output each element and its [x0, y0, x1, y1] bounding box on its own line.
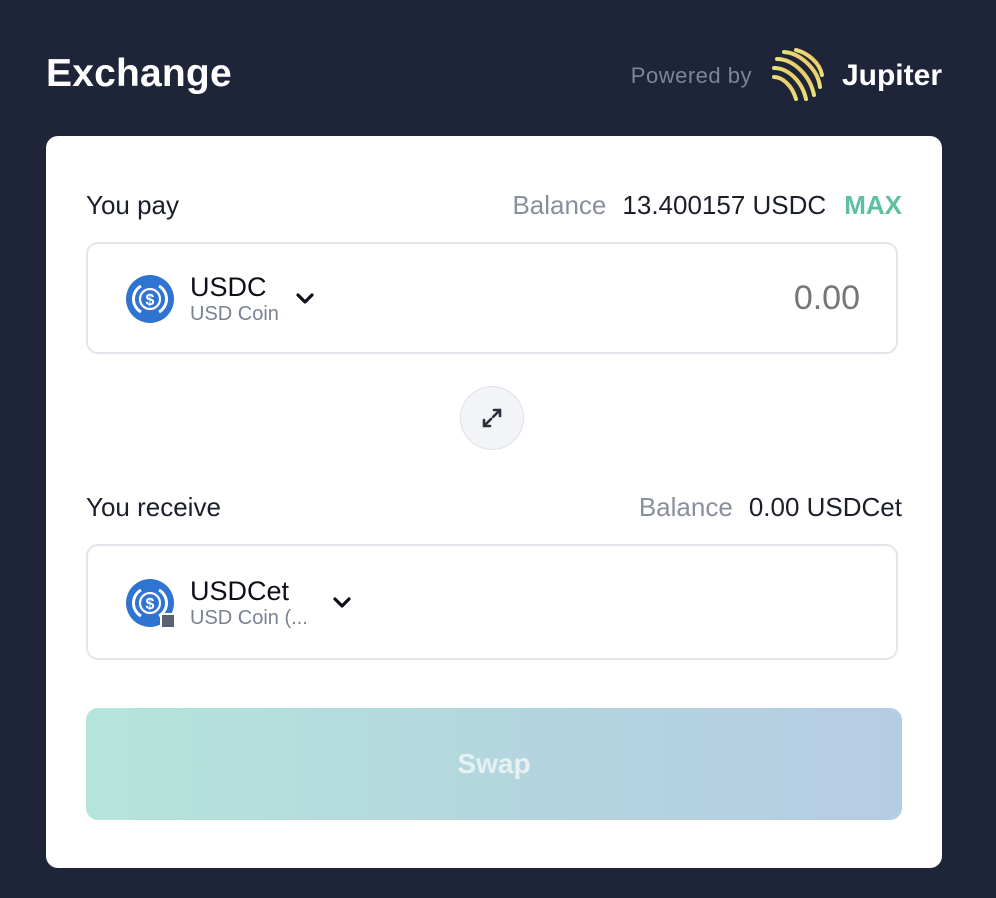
swap-arrows-icon [482, 408, 502, 428]
exchange-card: You pay Balance 13.400157 USDC MAX $ USD… [46, 136, 942, 868]
pay-amount-input[interactable] [558, 278, 862, 319]
you-receive-label: You receive [86, 492, 221, 522]
receive-coin: $ [126, 579, 176, 629]
pay-balance-label: Balance [512, 190, 607, 220]
bridge-badge-icon [160, 613, 176, 629]
receive-token-name: USD Coin (... [190, 607, 308, 629]
page-title: Exchange [46, 52, 232, 95]
usdc-coin-icon: $ [126, 275, 174, 323]
header: Exchange Powered by Jupiter [46, 48, 942, 104]
pay-token-symbol: USDC [190, 272, 267, 302]
pay-token-box: $ USDC USD Coin [86, 242, 898, 354]
powered-by: Powered by Jupiter [631, 48, 942, 104]
jupiter-logo-icon [771, 48, 824, 101]
receive-token-symbol: USDCet [190, 576, 290, 606]
receive-token-box: $ USDCet USD Coin (... [86, 544, 898, 660]
brand-name: Jupiter [841, 59, 942, 92]
powered-by-label: Powered by [630, 63, 752, 88]
chevron-down-icon [296, 293, 314, 304]
pay-balance: Balance 13.400157 USDC MAX [512, 190, 902, 221]
switch-direction-button[interactable] [460, 386, 524, 450]
svg-text:$: $ [146, 292, 155, 309]
receive-balance-label: Balance [638, 492, 733, 522]
receive-balance-value: 0.00 USDCet [748, 492, 902, 522]
swap-button[interactable]: Swap [86, 708, 902, 820]
receive-token-selector[interactable]: $ USDCet USD Coin (... [126, 576, 354, 630]
pay-token-selector[interactable]: $ USDC USD Coin [126, 272, 317, 326]
chevron-down-icon [333, 597, 351, 608]
pay-balance-value: 13.400157 USDC [622, 190, 827, 220]
you-pay-label: You pay [86, 190, 180, 220]
pay-token-name: USD Coin [190, 303, 279, 325]
max-button[interactable]: MAX [844, 190, 902, 221]
svg-text:$: $ [146, 596, 155, 613]
receive-balance: Balance 0.00 USDCet [639, 492, 902, 523]
